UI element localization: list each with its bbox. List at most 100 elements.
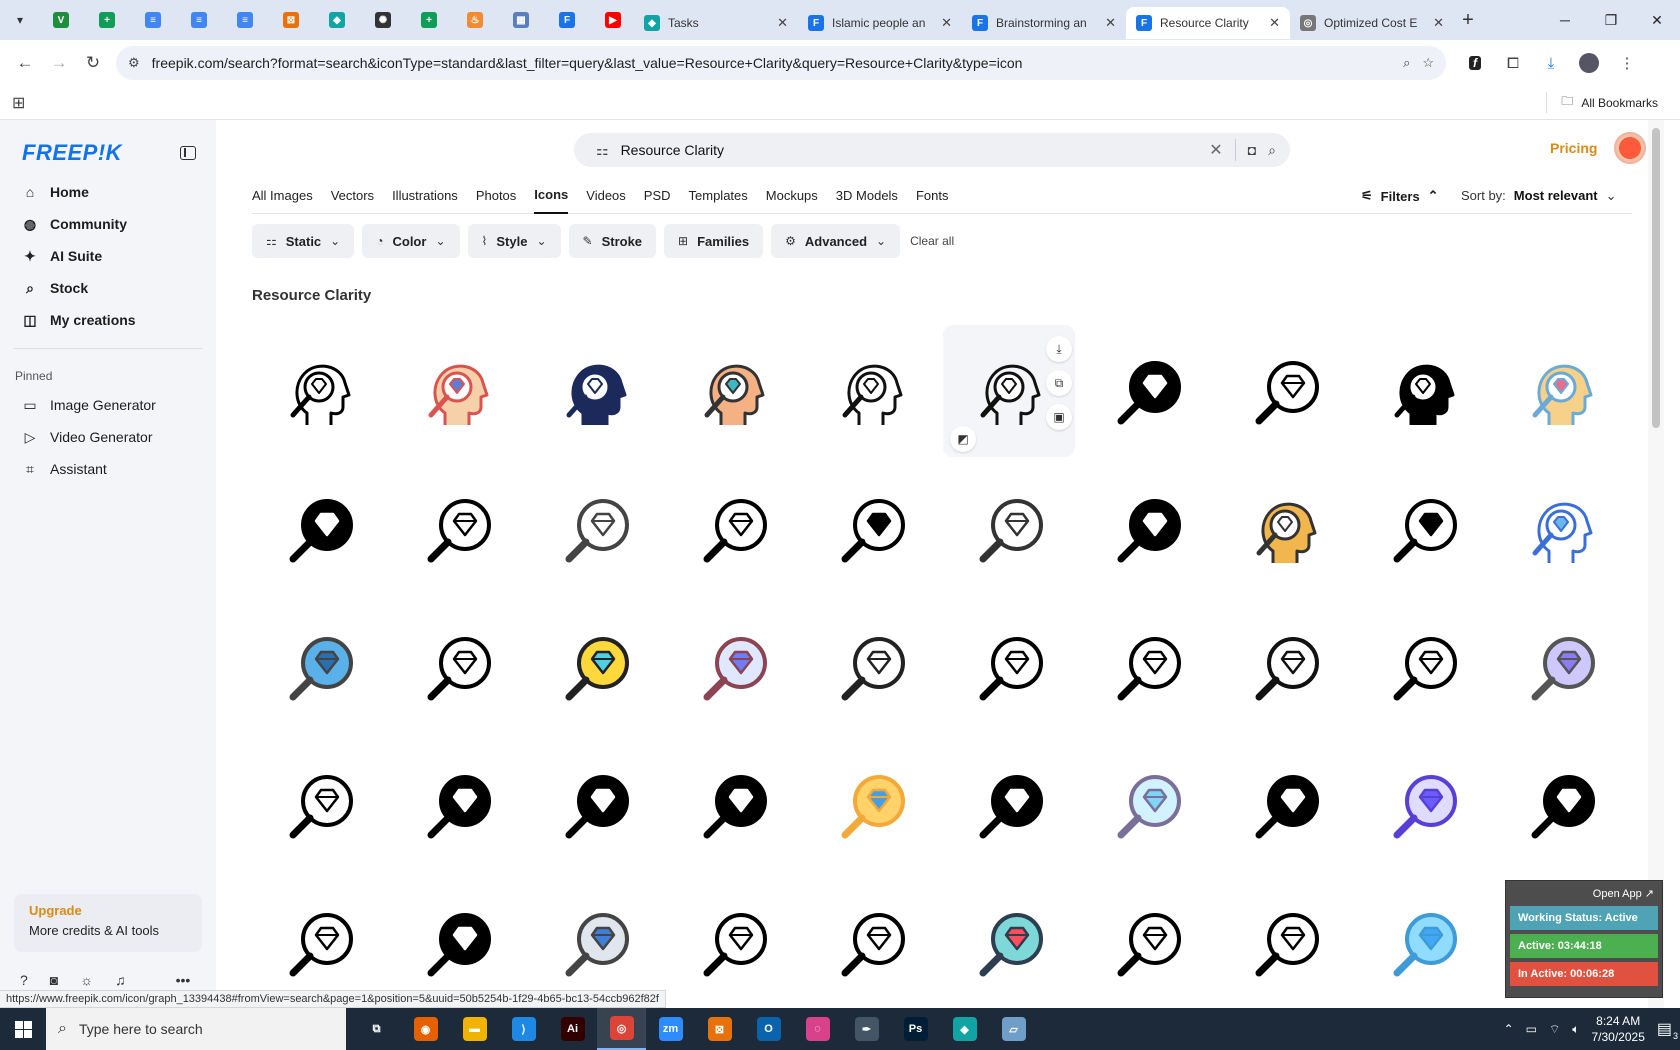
minimize-icon[interactable]: ─ [1542,0,1588,40]
tab-videos[interactable]: Videos [586,178,626,214]
taskbar-app-app-teal[interactable]: ◆ [940,1008,989,1050]
icon-result[interactable] [390,324,528,462]
sidebar-item-home[interactable]: ⌂ Home [8,176,208,208]
filter-style[interactable]: ⌇ Style ⌄ [467,224,561,258]
start-button[interactable] [0,1008,46,1050]
extensions-icon[interactable]: ⧠ [1498,48,1528,78]
edit-icon[interactable]: ◩ [950,426,976,452]
taskbar-app-file-explorer[interactable]: ▬ [450,1008,499,1050]
icon-result[interactable] [252,600,390,738]
icon-result[interactable] [942,738,1080,876]
taskbar-app-pen-app[interactable]: ✒ [842,1008,891,1050]
icon-result[interactable] [1080,876,1218,1008]
search-settings-icon[interactable]: ⚏ [596,142,609,159]
close-tab-icon[interactable]: ✕ [1105,15,1116,31]
browser-tab[interactable]: ◎ Optimized Cost E ✕ [1290,7,1454,39]
taskbar-app-creative-cloud[interactable]: ◌ [793,1008,842,1050]
icon-result[interactable] [1356,600,1494,738]
tab-3d-models[interactable]: 3D Models [836,178,898,214]
forward-button[interactable]: → [42,46,76,80]
icon-result[interactable] [1356,462,1494,600]
icon-result[interactable] [528,738,666,876]
pinned-tab-app-flame[interactable]: ♨ [454,5,496,35]
clear-search-icon[interactable]: ✕ [1209,140,1222,160]
sidebar-item-assistant[interactable]: ⌗ Assistant [8,453,208,485]
taskbar-app-photoshop[interactable]: Ps [891,1008,940,1050]
close-window-icon[interactable]: ✕ [1634,0,1680,40]
filter-color[interactable]: ◔ Color ⌄ [362,224,460,258]
icon-result[interactable] [1356,738,1494,876]
icon-result[interactable] [528,876,666,1008]
new-tab-button[interactable]: + [1454,9,1482,32]
sort-dropdown[interactable]: Sort by: Most relevant ⌄ [1461,188,1617,204]
icon-result[interactable] [528,324,666,462]
notifications-icon[interactable]: ▤ 3 [1657,1019,1678,1041]
filter-families[interactable]: ⊞ Families [664,224,764,258]
tab-illustrations[interactable]: Illustrations [392,178,458,214]
pinned-tab-app-grid[interactable]: ▦ [500,5,542,35]
freepik-logo[interactable]: FREEP!K [22,140,122,166]
pinned-tab-docs3[interactable]: ≡ [224,5,266,35]
icon-result[interactable] [390,462,528,600]
taskbar-app-illustrator[interactable]: Ai [548,1008,597,1050]
clock[interactable]: 8:24 AM 7/30/2025 [1591,1013,1644,1045]
pinned-tab-docs2[interactable]: ≡ [178,5,220,35]
font-extension-icon[interactable]: f [1460,48,1490,78]
clear-all-button[interactable]: Clear all [910,234,954,248]
filter-static[interactable]: ⚏ Static ⌄ [252,224,355,258]
taskbar-app-zoom[interactable]: zm [646,1008,695,1050]
icon-result[interactable] [1080,738,1218,876]
taskbar-app-notes-app[interactable]: ▱ [989,1008,1038,1050]
icon-result[interactable] [1080,324,1218,462]
icon-result[interactable] [1494,324,1632,462]
browser-menu-icon[interactable]: ⋮ [1612,48,1642,78]
icon-result[interactable] [1218,876,1356,1008]
icon-result[interactable] [1218,600,1356,738]
icon-result[interactable] [528,462,666,600]
scrollbar-thumb[interactable] [1652,128,1660,428]
bookmark-star-icon[interactable]: ☆ [1422,55,1434,71]
sidebar-item-community[interactable]: ◍ Community [8,208,208,240]
site-info-icon[interactable]: ⚙ [128,55,140,71]
icon-result[interactable] [252,462,390,600]
browser-tab[interactable]: ◆ Tasks ✕ [634,7,798,39]
icon-result[interactable] [666,324,804,462]
more-options-icon[interactable]: ••• [176,972,191,988]
user-avatar[interactable] [1614,132,1646,164]
search-input[interactable]: Resource Clarity [621,142,1198,158]
icon-result[interactable] [1080,462,1218,600]
icon-result[interactable] [528,600,666,738]
icon-result[interactable] [666,738,804,876]
browser-tab[interactable]: F Resource Clarity ✕ [1126,7,1290,39]
network-icon[interactable]: ▭ [1526,1022,1537,1036]
browser-tab[interactable]: F Brainstorming an ✕ [962,7,1126,39]
icon-result[interactable] [1356,876,1494,1008]
upgrade-card[interactable]: Upgrade More credits & AI tools [14,894,202,952]
apps-grid-icon[interactable]: ⊞ [12,93,25,113]
address-url[interactable]: freepik.com/search?format=search&iconTyp… [152,55,1391,71]
icon-result[interactable] [390,738,528,876]
search-bar[interactable]: ⚏ Resource Clarity ✕ ◘ ⌕ [574,133,1290,167]
download-icon[interactable]: ⤓ [1046,336,1072,362]
icon-result[interactable] [1080,600,1218,738]
icon-result[interactable] [804,876,942,1008]
wifi-icon[interactable]: ⌔ [1549,1022,1560,1037]
tab-psd[interactable]: PSD [644,178,671,214]
open-app-link[interactable]: Open App ↗ [1510,887,1658,900]
icon-result[interactable] [942,600,1080,738]
page-scrollbar[interactable] [1648,120,1664,1008]
pinned-tab-forms[interactable]: F [546,5,588,35]
help-icon[interactable]: ? [20,972,28,988]
icon-result[interactable] [942,462,1080,600]
sidebar-item-stock[interactable]: ⌕ Stock [8,272,208,304]
icon-result[interactable] [804,462,942,600]
pinned-tab-vpn[interactable]: V [40,5,82,35]
icon-result[interactable] [1356,324,1494,462]
icon-result[interactable] [942,876,1080,1008]
taskbar-app-app-orange[interactable]: ⊠ [695,1008,744,1050]
icon-result[interactable] [1494,462,1632,600]
pinned-tab-openai[interactable]: ✺ [362,5,404,35]
notifications-icon[interactable]: ♫ [115,972,126,988]
collapse-sidebar-icon[interactable] [180,146,196,160]
sidebar-item-ai-suite[interactable]: ✦ AI Suite [8,240,208,272]
